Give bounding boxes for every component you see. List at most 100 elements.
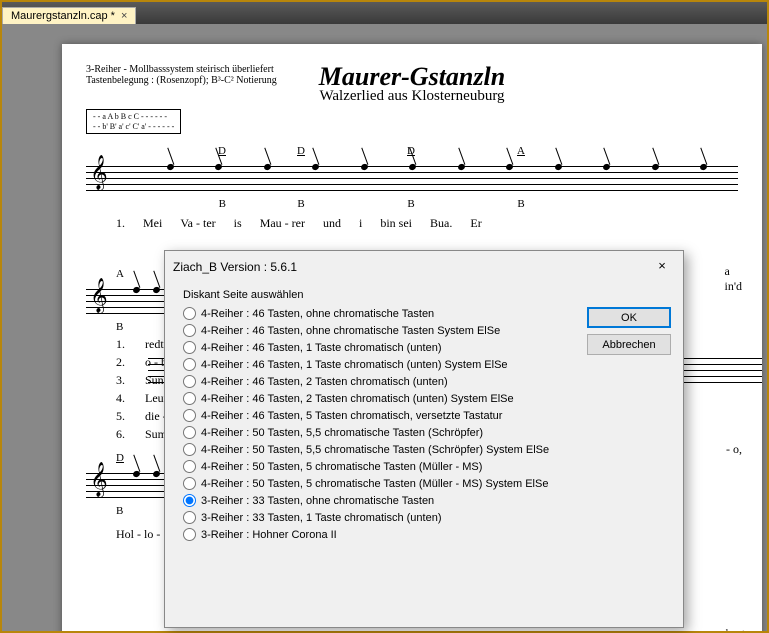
radio-option[interactable]: 4-Reiher : 46 Tasten, ohne chromatische … bbox=[183, 324, 587, 337]
radio-input[interactable] bbox=[183, 528, 196, 541]
chord: B bbox=[356, 198, 466, 210]
score-title: Maurer-Gstanzln bbox=[319, 62, 505, 92]
tablature-box: - - a A b B c C - - - - - - - - b' B' a'… bbox=[86, 109, 181, 134]
radio-input[interactable] bbox=[183, 494, 196, 507]
cancel-button[interactable]: Abbrechen bbox=[587, 334, 671, 355]
footer-text: burg bbox=[710, 628, 744, 631]
radio-label: 4-Reiher : 50 Tasten, 5,5 chromatische T… bbox=[201, 444, 549, 456]
radio-label: 3-Reiher : Hohner Corona II bbox=[201, 529, 337, 541]
ok-button[interactable]: OK bbox=[587, 307, 671, 328]
radio-input[interactable] bbox=[183, 426, 196, 439]
radio-label: 4-Reiher : 46 Tasten, ohne chromatische … bbox=[201, 325, 500, 337]
lyric-syllable: Mau - rer bbox=[260, 216, 305, 231]
radio-option[interactable]: 4-Reiher : 46 Tasten, 2 Tasten chromatis… bbox=[183, 375, 587, 388]
chord: B bbox=[116, 505, 143, 517]
radio-input[interactable] bbox=[183, 477, 196, 490]
close-icon[interactable]: × bbox=[121, 10, 127, 22]
verse-trail: - o, bbox=[726, 442, 742, 457]
options-group-label: Diskant Seite auswählen bbox=[183, 289, 587, 301]
radio-input[interactable] bbox=[183, 460, 196, 473]
lyric-syllable: und bbox=[323, 216, 341, 231]
music-staff-partial: A 𝄞 B bbox=[86, 281, 176, 321]
radio-option[interactable]: 4-Reiher : 46 Tasten, 2 Tasten chromatis… bbox=[183, 392, 587, 405]
radio-option[interactable]: 4-Reiher : 46 Tasten, 1 Taste chromatisc… bbox=[183, 341, 587, 354]
radio-label: 3-Reiher : 33 Tasten, ohne chromatische … bbox=[201, 495, 434, 507]
radio-label: 4-Reiher : 50 Tasten, 5,5 chromatische T… bbox=[201, 427, 483, 439]
treble-clef-icon: 𝄞 bbox=[90, 156, 108, 190]
radio-input[interactable] bbox=[183, 443, 196, 456]
tablature-line: - - a A b B c C - - - - - - bbox=[93, 112, 174, 122]
diskant-dialog: Ziach_B Version : 5.6.1 × Diskant Seite … bbox=[164, 250, 684, 628]
notes bbox=[126, 287, 166, 293]
radio-list: 4-Reiher : 46 Tasten, ohne chromatische … bbox=[183, 307, 587, 541]
lyric-syllable: i bbox=[359, 216, 362, 231]
radio-label: 4-Reiher : 46 Tasten, 1 Taste chromatisc… bbox=[201, 359, 508, 371]
verse-number: 6. bbox=[116, 425, 125, 443]
radio-option[interactable]: 4-Reiher : 50 Tasten, 5,5 chromatische T… bbox=[183, 443, 587, 456]
chord: B bbox=[246, 198, 356, 210]
dialog-body: Diskant Seite auswählen 4-Reiher : 46 Ta… bbox=[165, 283, 683, 551]
radio-label: 3-Reiher : 33 Tasten, 1 Taste chromatisc… bbox=[201, 512, 442, 524]
radio-label: 4-Reiher : 46 Tasten, 2 Tasten chromatis… bbox=[201, 393, 514, 405]
notes bbox=[126, 471, 166, 477]
radio-input[interactable] bbox=[183, 341, 196, 354]
radio-input[interactable] bbox=[183, 392, 196, 405]
chord: D bbox=[86, 145, 246, 157]
lyric-syllable: 1. bbox=[116, 216, 125, 231]
radio-label: 4-Reiher : 50 Tasten, 5 chromatische Tas… bbox=[201, 461, 482, 473]
lyric-trail: a in'd bbox=[725, 264, 743, 294]
lyrics-line-1: 1. Mei Va - ter is Mau - rer und i bin s… bbox=[86, 216, 738, 231]
radio-input[interactable] bbox=[183, 324, 196, 337]
chord-row-bottom: B B B B bbox=[86, 198, 738, 210]
verse-number: 3. bbox=[116, 371, 125, 389]
radio-option[interactable]: 4-Reiher : 50 Tasten, 5 chromatische Tas… bbox=[183, 460, 587, 473]
lyric-syllable: Mei bbox=[143, 216, 162, 231]
radio-option[interactable]: 3-Reiher : Hohner Corona II bbox=[183, 528, 587, 541]
verse-number: 4. bbox=[116, 389, 125, 407]
dialog-titlebar[interactable]: Ziach_B Version : 5.6.1 × bbox=[165, 251, 683, 283]
radio-option[interactable]: 4-Reiher : 46 Tasten, 5 Tasten chromatis… bbox=[183, 409, 587, 422]
radio-input[interactable] bbox=[183, 307, 196, 320]
radio-option[interactable]: 4-Reiher : 46 Tasten, ohne chromatische … bbox=[183, 307, 587, 320]
radio-label: 4-Reiher : 50 Tasten, 5 chromatische Tas… bbox=[201, 478, 548, 490]
music-staff-partial: D 𝄞 B bbox=[86, 465, 176, 505]
lyric-syllable: a bbox=[725, 264, 743, 279]
radio-input[interactable] bbox=[183, 409, 196, 422]
radio-label: 4-Reiher : 46 Tasten, ohne chromatische … bbox=[201, 308, 434, 320]
tablature-line: - - b' B' a' c' C' a' - - - - - - bbox=[93, 122, 174, 132]
radio-label: 4-Reiher : 46 Tasten, 5 Tasten chromatis… bbox=[201, 410, 502, 422]
notes bbox=[146, 164, 728, 170]
document-tab[interactable]: Maurergstanzln.cap * × bbox=[2, 7, 136, 24]
radio-option[interactable]: 4-Reiher : 50 Tasten, 5,5 chromatische T… bbox=[183, 426, 587, 439]
lyric-syllable: Bua. bbox=[430, 216, 452, 231]
lyric-syllable: Va - ter bbox=[180, 216, 215, 231]
dialog-title: Ziach_B Version : 5.6.1 bbox=[173, 260, 297, 274]
chord: B bbox=[86, 198, 246, 210]
chord: D bbox=[246, 145, 356, 157]
treble-clef-icon: 𝄞 bbox=[90, 463, 108, 497]
radio-option[interactable]: 4-Reiher : 50 Tasten, 5 chromatische Tas… bbox=[183, 477, 587, 490]
chord: D bbox=[116, 452, 144, 464]
chord: A bbox=[466, 145, 576, 157]
lyric-syllable: bin sei bbox=[380, 216, 412, 231]
close-icon[interactable]: × bbox=[649, 257, 675, 277]
radio-label: 4-Reiher : 46 Tasten, 1 Taste chromatisc… bbox=[201, 342, 442, 354]
radio-input[interactable] bbox=[183, 358, 196, 371]
radio-label: 4-Reiher : 46 Tasten, 2 Tasten chromatis… bbox=[201, 376, 448, 388]
lyric-syllable: Er bbox=[470, 216, 481, 231]
verse-number: 2. bbox=[116, 353, 125, 371]
chord: B bbox=[466, 198, 576, 210]
radio-option[interactable]: 4-Reiher : 46 Tasten, 1 Taste chromatisc… bbox=[183, 358, 587, 371]
radio-input[interactable] bbox=[183, 375, 196, 388]
radio-option[interactable]: 3-Reiher : 33 Tasten, ohne chromatische … bbox=[183, 494, 587, 507]
staff-lines bbox=[86, 166, 738, 196]
radio-input[interactable] bbox=[183, 511, 196, 524]
chord: A bbox=[116, 268, 144, 280]
tab-title: Maurergstanzln.cap * bbox=[11, 10, 115, 22]
music-staff: D D D A 𝄞 B B B B bbox=[86, 158, 738, 198]
radio-option[interactable]: 3-Reiher : 33 Tasten, 1 Taste chromatisc… bbox=[183, 511, 587, 524]
tab-bar: Maurergstanzln.cap * × bbox=[2, 2, 767, 24]
dialog-buttons: OK Abbrechen bbox=[587, 289, 671, 541]
dialog-options-panel: Diskant Seite auswählen 4-Reiher : 46 Ta… bbox=[183, 289, 587, 541]
score-header: 3-Reiher - Mollbasssystem steirisch über… bbox=[86, 64, 738, 134]
